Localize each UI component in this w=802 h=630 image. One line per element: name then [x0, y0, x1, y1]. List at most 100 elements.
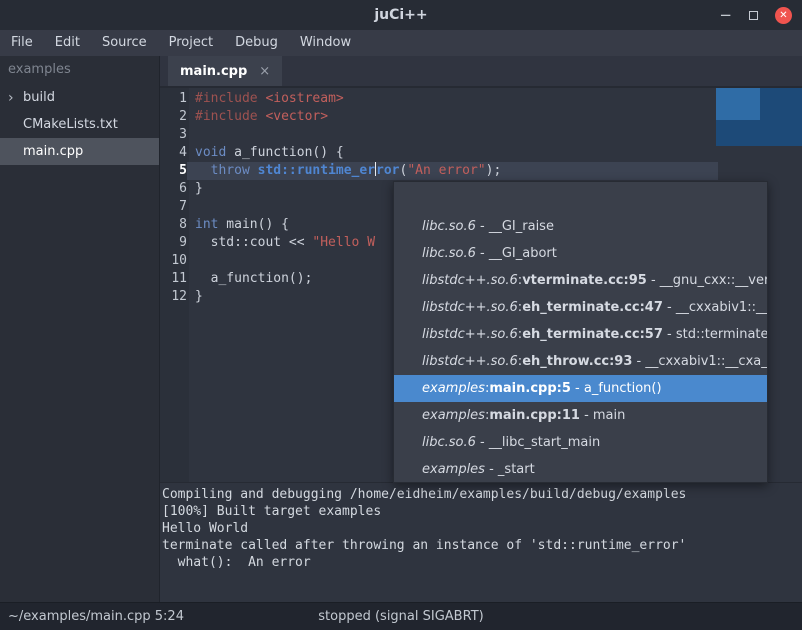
title-bar: juCi++ − ✕ [0, 0, 802, 30]
frame-function: - a_function() [571, 381, 662, 396]
stack-frame[interactable]: libstdc++.so.6:eh_terminate.cc:47 - __cx… [394, 294, 767, 321]
line-number: 6 [160, 180, 187, 198]
menu-source[interactable]: Source [91, 30, 158, 56]
line-number: 9 [160, 234, 187, 252]
menu-project[interactable]: Project [158, 30, 224, 56]
frame-lib: examples [422, 381, 485, 396]
stack-frame[interactable]: libc.so.6 - __libc_start_main [394, 429, 767, 456]
token-string: <iostream> [265, 91, 343, 106]
stack-frame[interactable]: examples:main.cpp:11 - main [394, 402, 767, 429]
code-line-3[interactable]: 3 [160, 126, 802, 144]
token-plain: } [195, 289, 203, 304]
frame-lib: libstdc++.so.6 [422, 354, 518, 369]
menu-debug[interactable]: Debug [224, 30, 289, 56]
line-number: 2 [160, 108, 187, 126]
token-preproc: #include [195, 109, 258, 124]
frame-lib: libc.so.6 [422, 435, 476, 450]
stack-frame[interactable]: libc.so.6 - __GI_abort [394, 240, 767, 267]
menu-bar: FileEditSourceProjectDebugWindow [0, 30, 802, 56]
frame-location: main.cpp:11 [489, 408, 580, 423]
window-title: juCi++ [374, 7, 427, 23]
code-line-1[interactable]: 1#include <iostream> [160, 90, 802, 108]
terminal-panel[interactable]: Compiling and debugging /home/eidheim/ex… [160, 482, 802, 602]
tree-item-build[interactable]: ›build [0, 84, 159, 111]
code-text [187, 126, 802, 144]
line-number: 1 [160, 90, 187, 108]
code-text: #include <iostream> [187, 90, 802, 108]
stack-frame[interactable]: libstdc++.so.6:vterminate.cc:95 - __gnu_… [394, 267, 767, 294]
code-text: throw std::runtime_error("An error"); [187, 162, 802, 180]
preview-thumbnail-highlight [716, 88, 760, 120]
stack-frame[interactable]: libstdc++.so.6:eh_throw.cc:93 - __cxxabi… [394, 348, 767, 375]
stack-frame[interactable]: libstdc++.so.6:eh_terminate.cc:57 - std:… [394, 321, 767, 348]
frame-location: eh_terminate.cc:57 [522, 327, 663, 342]
frame-function: - __cxxabiv1::__term [663, 300, 767, 315]
frame-function: - __GI_raise [476, 219, 554, 234]
frame-function: - __libc_start_main [476, 435, 600, 450]
token-string: "An error" [407, 163, 485, 178]
tree-item-label: main.cpp [23, 144, 83, 159]
code-line-5[interactable]: 5 throw std::runtime_error("An error"); [160, 162, 802, 180]
menu-edit[interactable]: Edit [44, 30, 91, 56]
frame-function: - __gnu_cxx::__verbos [647, 273, 767, 288]
tree-item-label: CMakeLists.txt [23, 117, 118, 132]
token-plain: ); [486, 163, 502, 178]
preview-thumbnail [716, 88, 802, 146]
window-controls: − ✕ [719, 0, 792, 30]
frame-function: - std::terminate() [663, 327, 767, 342]
debug-status: stopped (signal SIGABRT) [0, 603, 802, 630]
stack-frame[interactable]: libc.so.6 - __GI_raise [394, 213, 767, 240]
frame-location: eh_throw.cc:93 [522, 354, 632, 369]
minimize-icon[interactable]: − [719, 0, 732, 30]
file-tree: ›build CMakeLists.txt main.cpp [0, 84, 159, 165]
stack-list: libc.so.6 - __GI_raiselibc.so.6 - __GI_a… [394, 213, 767, 483]
status-bar: ~/examples/main.cpp 5:24 stopped (signal… [0, 602, 802, 630]
line-number: 7 [160, 198, 187, 216]
token-plain: std::cout << [195, 235, 312, 250]
code-line-2[interactable]: 2 #include <vector> [160, 108, 802, 126]
code-line-4[interactable]: 4void a_function() { [160, 144, 802, 162]
token-string: <vector> [265, 109, 328, 124]
tree-item-main.cpp[interactable]: main.cpp [0, 138, 159, 165]
close-icon[interactable]: ✕ [775, 7, 792, 24]
frame-lib: examples [422, 462, 485, 477]
frame-function: - main [580, 408, 625, 423]
terminal-output: Compiling and debugging /home/eidheim/ex… [162, 486, 802, 571]
token-plain: main() { [218, 217, 288, 232]
token-plain [195, 163, 211, 178]
tab-label: main.cpp [180, 64, 247, 79]
stack-frame[interactable]: examples:main.cpp:5 - a_function() [394, 375, 767, 402]
line-number: 5 [160, 162, 187, 180]
menu-window[interactable]: Window [289, 30, 362, 56]
token-plain: a_function(); [195, 271, 312, 286]
frame-lib: libstdc++.so.6 [422, 300, 518, 315]
line-number: 12 [160, 288, 187, 306]
frame-lib: examples [422, 408, 485, 423]
tab-close-icon[interactable]: × [259, 64, 270, 79]
terminal-line: terminate called after throwing an insta… [162, 537, 802, 554]
stack-trace-popup: libc.so.6 - __GI_raiselibc.so.6 - __GI_a… [393, 181, 768, 483]
sidebar: examples ›build CMakeLists.txt main.cpp [0, 56, 160, 602]
token-keyword: throw [211, 163, 250, 178]
frame-location: eh_terminate.cc:47 [522, 300, 663, 315]
token-plain: a_function() { [226, 145, 343, 160]
tree-item-CMakeLists.txt[interactable]: CMakeLists.txt [0, 111, 159, 138]
tab-main-cpp[interactable]: main.cpp × [168, 56, 282, 86]
frame-lib: libc.so.6 [422, 246, 476, 261]
chevron-right-icon[interactable]: › [8, 91, 23, 105]
line-number: 4 [160, 144, 187, 162]
line-number: 11 [160, 270, 187, 288]
token-string: "Hello W [312, 235, 375, 250]
frame-function: - _start [485, 462, 535, 477]
terminal-line: what(): An error [162, 554, 802, 571]
tab-bar: main.cpp × [160, 56, 802, 88]
maximize-icon[interactable] [749, 11, 758, 20]
frame-location: main.cpp:5 [489, 381, 571, 396]
token-preproc: #include [195, 91, 258, 106]
project-name: examples [0, 56, 159, 84]
menu-file[interactable]: File [0, 30, 44, 56]
token-keyword: int [195, 217, 218, 232]
terminal-line: Compiling and debugging /home/eidheim/ex… [162, 486, 802, 503]
stack-frame[interactable]: examples - _start [394, 456, 767, 483]
code-text: void a_function() { [187, 144, 802, 162]
